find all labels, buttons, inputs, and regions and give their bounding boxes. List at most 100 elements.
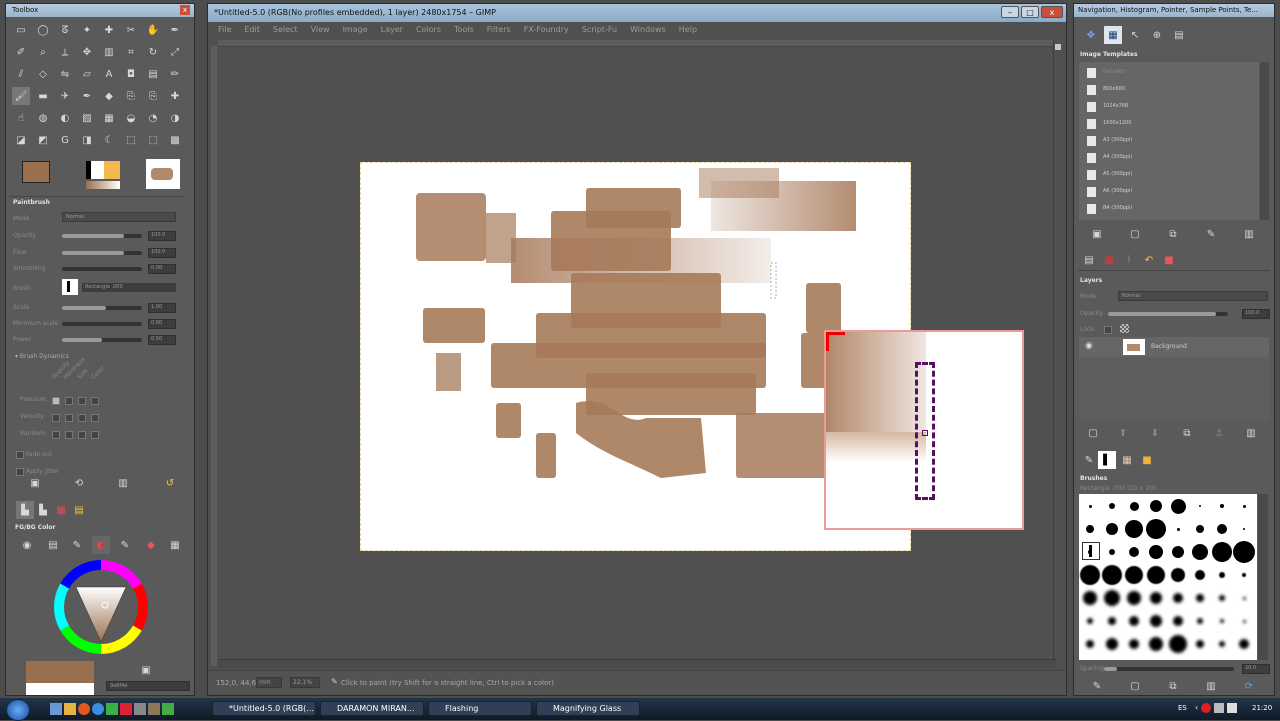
new-template-icon[interactable]: ▢ bbox=[1126, 225, 1144, 243]
blend-tool-icon[interactable]: ▤ bbox=[144, 65, 162, 83]
brush-preset[interactable] bbox=[1108, 617, 1116, 625]
dynamics-checkbox[interactable] bbox=[78, 414, 86, 422]
dynamics-checkbox[interactable] bbox=[91, 431, 99, 439]
new-brush-icon[interactable]: ▢ bbox=[1126, 677, 1144, 695]
device-status-tab-icon[interactable]: ▙ bbox=[34, 501, 52, 519]
reset-options-icon[interactable]: ↺ bbox=[161, 474, 179, 492]
smudge-tool-icon[interactable]: ☝ bbox=[12, 109, 30, 127]
paintbrush-tool-icon[interactable]: 🖌 bbox=[12, 87, 30, 105]
measure-tool-icon[interactable]: ⟂ bbox=[56, 43, 74, 61]
brush-preset[interactable] bbox=[1080, 565, 1100, 585]
dynamics-checkbox[interactable] bbox=[52, 397, 60, 405]
lock-pixels-checkbox[interactable] bbox=[1104, 326, 1112, 334]
duplicate-layer-icon[interactable]: ⧉ bbox=[1178, 424, 1196, 442]
mypaint-brush-tool-icon[interactable]: ◆ bbox=[100, 87, 118, 105]
brush-preset[interactable] bbox=[1219, 595, 1225, 601]
layers-tab-icon[interactable]: ▤ bbox=[1080, 251, 1098, 269]
apply-jitter-checkbox[interactable] bbox=[16, 468, 24, 476]
delete-layer-icon[interactable]: ▥ bbox=[1242, 424, 1260, 442]
hex-entry[interactable]: 9a6f4e bbox=[106, 681, 190, 691]
brush-preset[interactable] bbox=[1106, 638, 1118, 650]
explorer-icon[interactable] bbox=[64, 703, 76, 715]
free-select-tool-icon[interactable]: ᘔ bbox=[56, 21, 74, 39]
layers-opacity-value[interactable]: 100.0 bbox=[1242, 309, 1270, 319]
bg-color-large-swatch[interactable] bbox=[26, 683, 94, 695]
layer-row[interactable]: ◉ Background bbox=[1079, 337, 1269, 357]
smoothing-slider[interactable] bbox=[62, 267, 142, 271]
brush-preset[interactable] bbox=[1106, 523, 1118, 535]
minimize-button[interactable]: – bbox=[1001, 6, 1019, 18]
menu-edit[interactable]: Edit bbox=[244, 25, 260, 34]
dynamics-checkbox[interactable] bbox=[91, 397, 99, 405]
fg-color-swatch[interactable] bbox=[22, 161, 50, 183]
taskbar-item-daramon[interactable]: DARAMON MIRAN... bbox=[320, 701, 424, 716]
spacing-value[interactable]: 20.0 bbox=[1242, 664, 1270, 674]
menu-help[interactable]: Help bbox=[679, 25, 697, 34]
paths-tool-icon[interactable]: ✒ bbox=[166, 21, 184, 39]
app2-icon[interactable] bbox=[134, 703, 146, 715]
brightness-contrast-tool-icon[interactable]: ◨ bbox=[78, 131, 96, 149]
unified-transform-tool-icon[interactable]: ⬚ bbox=[122, 131, 140, 149]
delete-template-icon[interactable]: ▥ bbox=[1240, 225, 1258, 243]
zoom-select[interactable]: 22,1% bbox=[290, 677, 320, 688]
brush-preset[interactable] bbox=[1172, 546, 1184, 558]
brush-preset[interactable] bbox=[1102, 565, 1122, 585]
brush-preset[interactable] bbox=[1125, 520, 1143, 538]
clone-tool-icon[interactable]: ⎘ bbox=[122, 87, 140, 105]
flip-tool-icon[interactable]: ⇋ bbox=[56, 65, 74, 83]
close-button[interactable]: x bbox=[1041, 6, 1063, 18]
blur-sharpen-tool-icon[interactable]: ◍ bbox=[34, 109, 52, 127]
network-icon[interactable] bbox=[1214, 703, 1225, 713]
dynamics-checkbox[interactable] bbox=[52, 414, 60, 422]
brush-preset[interactable] bbox=[1129, 501, 1139, 511]
lower-layer-icon[interactable]: ⬇ bbox=[1146, 424, 1164, 442]
patterns-tab-icon[interactable]: ▦ bbox=[1118, 451, 1136, 469]
template-row[interactable]: B4 (300ppi) bbox=[1081, 200, 1257, 217]
brush-preset[interactable] bbox=[1170, 498, 1186, 514]
brush-preset[interactable] bbox=[1129, 547, 1139, 557]
brush-preset[interactable] bbox=[1149, 637, 1163, 651]
ellipse-select-tool-icon[interactable]: ◯ bbox=[34, 21, 52, 39]
layer-name[interactable]: Background bbox=[1151, 343, 1187, 350]
menu-fx-foundry[interactable]: FX-Foundry bbox=[524, 25, 569, 34]
power-value[interactable]: 0.50 bbox=[148, 335, 176, 345]
horizontal-ruler[interactable] bbox=[218, 40, 1056, 47]
new-layer-icon[interactable]: ▢ bbox=[1084, 424, 1102, 442]
dynamics-checkbox[interactable] bbox=[78, 431, 86, 439]
colormap-tab-icon[interactable]: ■ bbox=[1160, 251, 1178, 269]
brush-preset[interactable] bbox=[1242, 573, 1246, 577]
menu-tools[interactable]: Tools bbox=[454, 25, 474, 34]
brush-preset[interactable] bbox=[1109, 503, 1115, 509]
browser2-icon[interactable] bbox=[92, 703, 104, 715]
brush-preset[interactable] bbox=[1149, 545, 1163, 559]
brush-preset[interactable] bbox=[1212, 542, 1232, 562]
active-image-thumbnail[interactable] bbox=[146, 159, 180, 189]
edit-brush-icon[interactable]: ✎ bbox=[1088, 677, 1106, 695]
layers-opacity-slider[interactable] bbox=[1108, 312, 1228, 316]
handle-transform-tool-icon[interactable]: ⬚ bbox=[144, 131, 162, 149]
scale-value[interactable]: 1.00 bbox=[148, 303, 176, 313]
media-icon[interactable] bbox=[120, 703, 132, 715]
brush-preset[interactable] bbox=[1195, 570, 1205, 580]
menu-file[interactable]: File bbox=[218, 25, 231, 34]
brush-preset[interactable] bbox=[1146, 519, 1166, 539]
colorize-tool-icon[interactable]: ◩ bbox=[34, 131, 52, 149]
flow-slider[interactable] bbox=[62, 251, 142, 255]
volume-icon[interactable] bbox=[1227, 703, 1238, 713]
eye-icon[interactable]: ◉ bbox=[1085, 341, 1093, 351]
dynamics-checkbox[interactable] bbox=[65, 397, 73, 405]
dynamics-checkbox[interactable] bbox=[91, 414, 99, 422]
levels-tool-icon[interactable]: ▦ bbox=[100, 109, 118, 127]
menu-filters[interactable]: Filters bbox=[487, 25, 511, 34]
template-row[interactable]: 1024x768 bbox=[1081, 98, 1257, 115]
menu-layer[interactable]: Layer bbox=[381, 25, 403, 34]
brush-preset[interactable] bbox=[1233, 541, 1255, 563]
browser-icon[interactable] bbox=[78, 703, 90, 715]
shear-tool-icon[interactable]: ⫽ bbox=[12, 65, 30, 83]
brush-preset[interactable] bbox=[1243, 528, 1245, 530]
spacing-slider[interactable] bbox=[1104, 667, 1234, 671]
warp-tool-icon[interactable]: ☾ bbox=[100, 131, 118, 149]
color-balance-tool-icon[interactable]: ◔ bbox=[144, 109, 162, 127]
dynamics-checkbox[interactable] bbox=[65, 431, 73, 439]
perspective-clone-tool-icon[interactable]: ⎘ bbox=[144, 87, 162, 105]
